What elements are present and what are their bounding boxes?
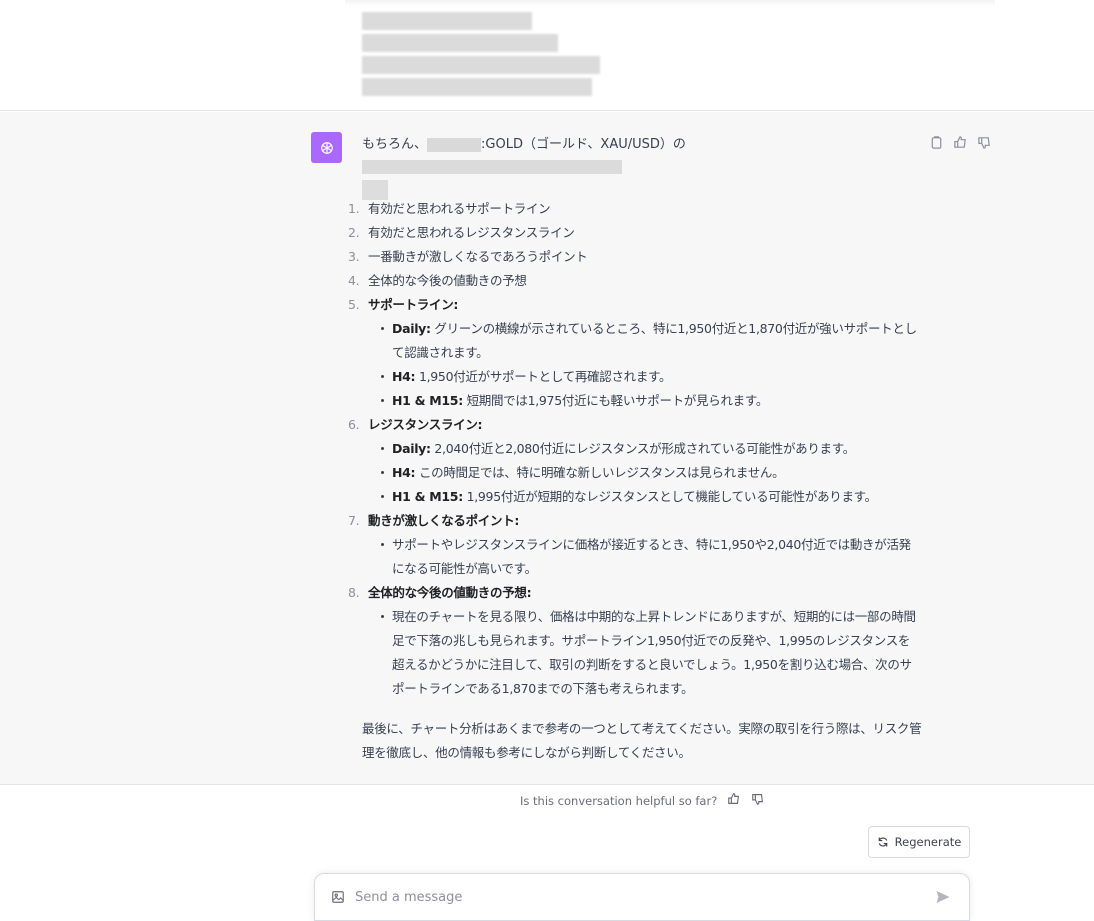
list-number: 6. [348, 417, 360, 432]
sub-list: Daily: 2,040付近と2,080付近にレジスタンスが形成されている可能性… [380, 437, 922, 509]
sub-item-text: サポートやレジスタンスラインに価格が接近するとき、特に1,950や2,040付近… [392, 537, 911, 576]
list-item-text: 全体的な今後の値動きの予想 [368, 273, 527, 288]
sub-item-text: グリーンの横線が示されているところ、特に1,950付近と1,870付近が強いサポ… [392, 321, 917, 360]
thumbs-up-icon[interactable] [727, 792, 741, 809]
message-input[interactable] [355, 886, 915, 908]
list-number: 1. [348, 201, 360, 216]
sub-item-text: 1,995付近が短期的なレジスタンスとして機能している可能性があります。 [462, 489, 878, 504]
send-icon[interactable] [935, 889, 951, 905]
feedback-question: Is this conversation helpful so far? [520, 793, 718, 808]
sub-item-text: この時間足では、特に明確な新しいレジスタンスは見られません。 [415, 465, 785, 480]
list-item-text: 一番動きが激しくなるであろうポイント [368, 249, 588, 264]
section-title: 全体的な今後の値動きの予想: [368, 585, 532, 600]
list-item: 2. 有効だと思われるレジスタンスライン [348, 221, 922, 245]
sub-item: H4: この時間足では、特に明確な新しいレジスタンスは見られません。 [380, 461, 922, 485]
list-number: 5. [348, 297, 360, 312]
sub-list: 現在のチャートを見る限り、価格は中期的な上昇トレンドにありますが、短期的には一部… [380, 605, 922, 701]
user-message-area [0, 0, 1094, 111]
assistant-response: 1. 有効だと思われるサポートライン 2. 有効だと思われるレジスタンスライン 3.… [348, 197, 922, 765]
sub-item: H1 & M15: 短期間では1,975付近にも軽いサポートが見られます。 [380, 389, 922, 413]
timeframe-label: H1 & M15: [392, 393, 463, 408]
regenerate-label: Regenerate [894, 835, 962, 849]
section-title: 動きが激しくなるポイント: [368, 513, 520, 528]
redacted-user-text [362, 56, 600, 74]
sub-item: Daily: グリーンの横線が示されているところ、特に1,950付近と1,870… [380, 317, 922, 365]
sub-item: H1 & M15: 1,995付近が短期的なレジスタンスとして機能している可能性… [380, 485, 922, 509]
list-item: 1. 有効だと思われるサポートライン [348, 197, 922, 221]
sub-item-text: 1,950付近がサポートとして再確認されます。 [415, 369, 672, 384]
thumbs-down-icon[interactable] [751, 792, 765, 809]
redacted-user-text [362, 78, 592, 96]
redacted-text [362, 159, 622, 174]
message-actions [929, 135, 993, 151]
image-icon[interactable] [331, 890, 345, 904]
section-forecast: 8. 全体的な今後の値動きの予想: 現在のチャートを見る限り、価格は中期的な上昇ト… [348, 581, 922, 701]
top-fade [345, 0, 995, 6]
timeframe-label: H1 & M15: [392, 489, 463, 504]
regenerate-button[interactable]: Regenerate [868, 826, 970, 858]
section-title: サポートライン: [368, 297, 459, 312]
intro-prefix: もちろん、 [362, 137, 428, 152]
list-item-text: 有効だと思われるサポートライン [368, 201, 551, 216]
timeframe-label: Daily: [392, 321, 431, 336]
list-number: 8. [348, 585, 360, 600]
list-item-text: 有効だと思われるレジスタンスライン [368, 225, 575, 240]
sub-list: サポートやレジスタンスラインに価格が接近するとき、特に1,950や2,040付近… [380, 533, 922, 581]
sub-item: H4: 1,950付近がサポートとして再確認されます。 [380, 365, 922, 389]
redacted-user-text [362, 12, 532, 30]
thumbs-down-icon[interactable] [977, 135, 993, 151]
closing-paragraph: 最後に、チャート分析はあくまで参考の一つとして考えてください。実際の取引を行う際… [362, 721, 922, 760]
sub-item-text: 短期間では1,975付近にも軽いサポートが見られます。 [462, 393, 769, 408]
openai-logo-icon [311, 132, 342, 163]
timeframe-label: H4: [392, 465, 416, 480]
section-title: レジスタンスライン: [368, 417, 483, 432]
section-resistance: 6. レジスタンスライン: Daily: 2,040付近と2,080付近にレジスタ… [348, 413, 922, 509]
list-number: 2. [348, 225, 360, 240]
list-number: 3. [348, 249, 360, 264]
sub-item-text: 2,040付近と2,080付近にレジスタンスが形成されている可能性があります。 [430, 441, 855, 456]
redacted-text [427, 137, 482, 152]
list-item: 4. 全体的な今後の値動きの予想 [348, 269, 922, 293]
timeframe-label: Daily: [392, 441, 431, 456]
message-composer [314, 873, 970, 921]
sub-item-text: 現在のチャートを見る限り、価格は中期的な上昇トレンドにありますが、短期的には一部… [392, 609, 916, 696]
feedback-prompt: Is this conversation helpful so far? [520, 792, 765, 809]
response-list: 1. 有効だと思われるサポートライン 2. 有効だと思われるレジスタンスライン 3.… [348, 197, 922, 701]
thumbs-up-icon[interactable] [953, 135, 969, 151]
sub-item: サポートやレジスタンスラインに価格が接近するとき、特に1,950や2,040付近… [380, 533, 922, 581]
sub-list: Daily: グリーンの横線が示されているところ、特に1,950付近と1,870… [380, 317, 922, 413]
list-number: 4. [348, 273, 360, 288]
timeframe-label: H4: [392, 369, 416, 384]
clipboard-icon[interactable] [929, 135, 945, 151]
section-support: 5. サポートライン: Daily: グリーンの横線が示されているところ、特に1,… [348, 293, 922, 413]
redacted-user-text [362, 34, 558, 52]
intro-middle: :GOLD（ゴールド、XAU/USD）の [481, 137, 686, 152]
section-volatile-points: 7. 動きが激しくなるポイント: サポートやレジスタンスラインに価格が接近するとき… [348, 509, 922, 581]
sub-item: Daily: 2,040付近と2,080付近にレジスタンスが形成されている可能性… [380, 437, 922, 461]
refresh-icon [878, 837, 887, 847]
sub-item: 現在のチャートを見る限り、価格は中期的な上昇トレンドにありますが、短期的には一部… [380, 605, 922, 701]
list-item: 3. 一番動きが激しくなるであろうポイント [348, 245, 922, 269]
list-number: 7. [348, 513, 360, 528]
assistant-intro: もちろん、 :GOLD（ゴールド、XAU/USD）の [362, 134, 922, 200]
